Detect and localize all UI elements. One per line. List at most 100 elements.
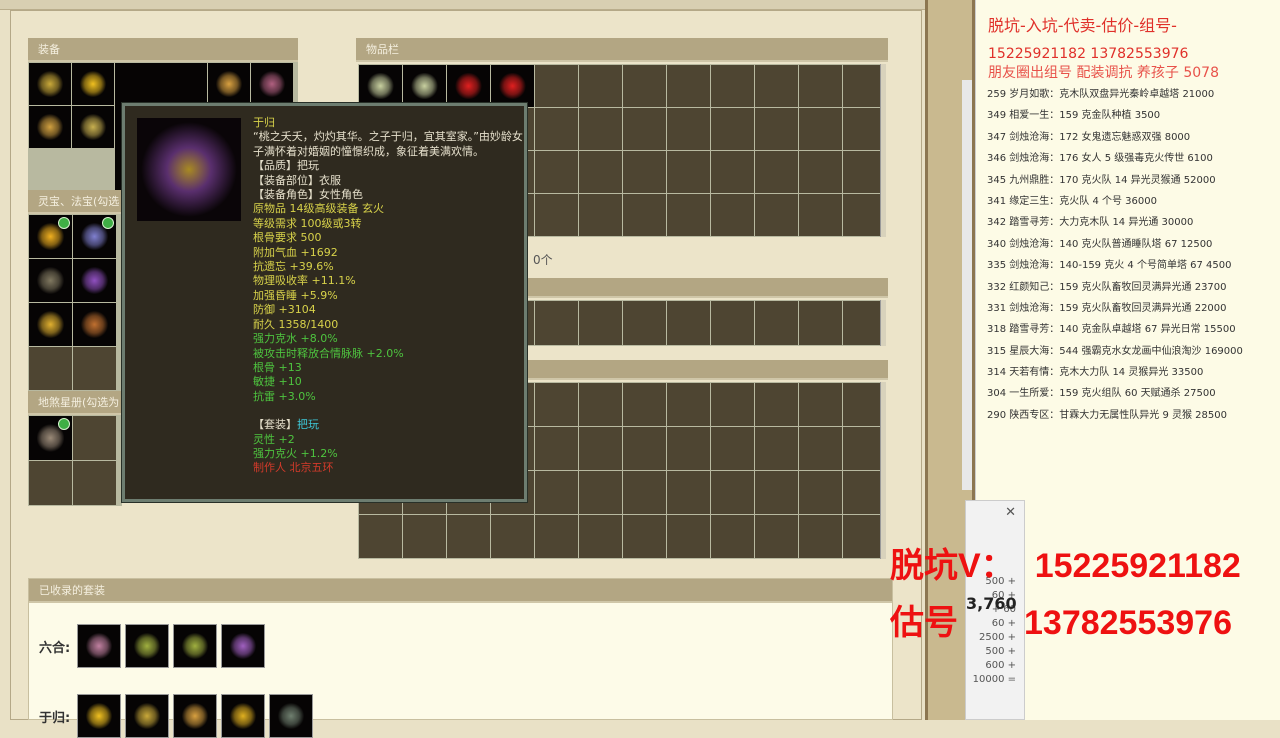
empty-slot[interactable] — [799, 108, 842, 150]
empty-slot[interactable] — [843, 151, 880, 193]
close-icon[interactable]: ✕ — [966, 501, 1016, 527]
empty-slot[interactable] — [623, 471, 666, 514]
empty-slot[interactable] — [711, 301, 754, 345]
empty-slot[interactable] — [579, 151, 622, 193]
empty-slot[interactable] — [755, 427, 798, 470]
empty-slot[interactable] — [623, 383, 666, 426]
item-slot[interactable] — [251, 63, 293, 105]
item-slot[interactable] — [73, 215, 116, 258]
empty-slot[interactable] — [535, 515, 578, 558]
empty-slot[interactable] — [73, 461, 116, 505]
empty-slot[interactable] — [579, 515, 622, 558]
doc-scrollbar[interactable] — [962, 80, 972, 490]
empty-slot[interactable] — [755, 151, 798, 193]
empty-slot[interactable] — [579, 383, 622, 426]
empty-slot[interactable] — [535, 301, 578, 345]
item-slot[interactable] — [29, 416, 72, 460]
empty-slot[interactable] — [579, 301, 622, 345]
empty-slot[interactable] — [623, 108, 666, 150]
empty-slot[interactable] — [711, 515, 754, 558]
item-slot[interactable] — [447, 65, 490, 107]
empty-slot[interactable] — [29, 347, 72, 390]
empty-slot[interactable] — [799, 383, 842, 426]
empty-slot[interactable] — [667, 108, 710, 150]
empty-slot[interactable] — [623, 65, 666, 107]
empty-slot[interactable] — [667, 301, 710, 345]
empty-slot[interactable] — [73, 347, 116, 390]
empty-slot[interactable] — [843, 194, 880, 236]
empty-slot[interactable] — [535, 427, 578, 470]
empty-slot[interactable] — [843, 515, 880, 558]
empty-slot[interactable] — [623, 427, 666, 470]
empty-slot[interactable] — [711, 65, 754, 107]
item-slot[interactable] — [29, 106, 71, 148]
inventory-scrollbar[interactable] — [880, 64, 886, 237]
empty-slot[interactable] — [843, 427, 880, 470]
empty-slot[interactable] — [755, 383, 798, 426]
empty-slot[interactable] — [755, 194, 798, 236]
set-item-icon[interactable] — [173, 694, 217, 738]
set-item-icon[interactable] — [77, 624, 121, 668]
empty-slot[interactable] — [667, 515, 710, 558]
empty-slot[interactable] — [447, 515, 490, 558]
empty-slot[interactable] — [535, 194, 578, 236]
empty-slot[interactable] — [755, 471, 798, 514]
item-slot[interactable] — [72, 106, 114, 148]
empty-slot[interactable] — [667, 427, 710, 470]
set-item-icon[interactable] — [269, 694, 313, 738]
item-slot[interactable] — [403, 65, 446, 107]
empty-slot[interactable] — [623, 515, 666, 558]
set-item-icon[interactable] — [221, 624, 265, 668]
empty-slot[interactable] — [579, 427, 622, 470]
empty-slot[interactable] — [711, 108, 754, 150]
set-item-icon[interactable] — [221, 694, 265, 738]
empty-slot[interactable] — [29, 461, 72, 505]
empty-slot[interactable] — [623, 301, 666, 345]
empty-slot[interactable] — [711, 151, 754, 193]
empty-slot[interactable] — [667, 383, 710, 426]
empty-slot[interactable] — [667, 194, 710, 236]
empty-slot[interactable] — [799, 427, 842, 470]
set-item-icon[interactable] — [173, 624, 217, 668]
item-slot[interactable] — [73, 259, 116, 302]
warehouse-scrollbar[interactable] — [880, 382, 886, 559]
item-slot[interactable] — [29, 303, 72, 346]
item-slot[interactable] — [29, 215, 72, 258]
set-item-icon[interactable] — [125, 694, 169, 738]
empty-slot[interactable] — [799, 65, 842, 107]
empty-slot[interactable] — [711, 471, 754, 514]
empty-slot[interactable] — [535, 383, 578, 426]
empty-slot[interactable] — [843, 471, 880, 514]
storage-scrollbar[interactable] — [880, 300, 886, 346]
empty-slot[interactable] — [799, 301, 842, 345]
empty-slot[interactable] — [711, 194, 754, 236]
set-item-icon[interactable] — [77, 694, 121, 738]
item-slot[interactable] — [72, 63, 114, 105]
item-slot[interactable] — [491, 65, 534, 107]
empty-slot[interactable] — [755, 65, 798, 107]
item-slot[interactable] — [29, 259, 72, 302]
empty-slot[interactable] — [711, 427, 754, 470]
empty-slot[interactable] — [667, 65, 710, 107]
empty-slot[interactable] — [359, 515, 402, 558]
empty-slot[interactable] — [403, 515, 446, 558]
item-slot[interactable] — [208, 63, 250, 105]
empty-slot[interactable] — [579, 108, 622, 150]
empty-slot[interactable] — [73, 416, 116, 460]
empty-slot[interactable] — [535, 151, 578, 193]
set-item-icon[interactable] — [125, 624, 169, 668]
empty-slot[interactable] — [667, 471, 710, 514]
empty-slot[interactable] — [579, 194, 622, 236]
empty-slot[interactable] — [843, 301, 880, 345]
empty-slot[interactable] — [623, 194, 666, 236]
item-slot[interactable] — [73, 303, 116, 346]
empty-slot[interactable] — [843, 383, 880, 426]
empty-slot[interactable] — [491, 515, 534, 558]
empty-slot[interactable] — [711, 383, 754, 426]
empty-slot[interactable] — [667, 151, 710, 193]
empty-slot[interactable] — [623, 151, 666, 193]
item-slot[interactable] — [359, 65, 402, 107]
empty-slot[interactable] — [843, 108, 880, 150]
empty-slot[interactable] — [579, 65, 622, 107]
item-slot[interactable] — [29, 63, 71, 105]
